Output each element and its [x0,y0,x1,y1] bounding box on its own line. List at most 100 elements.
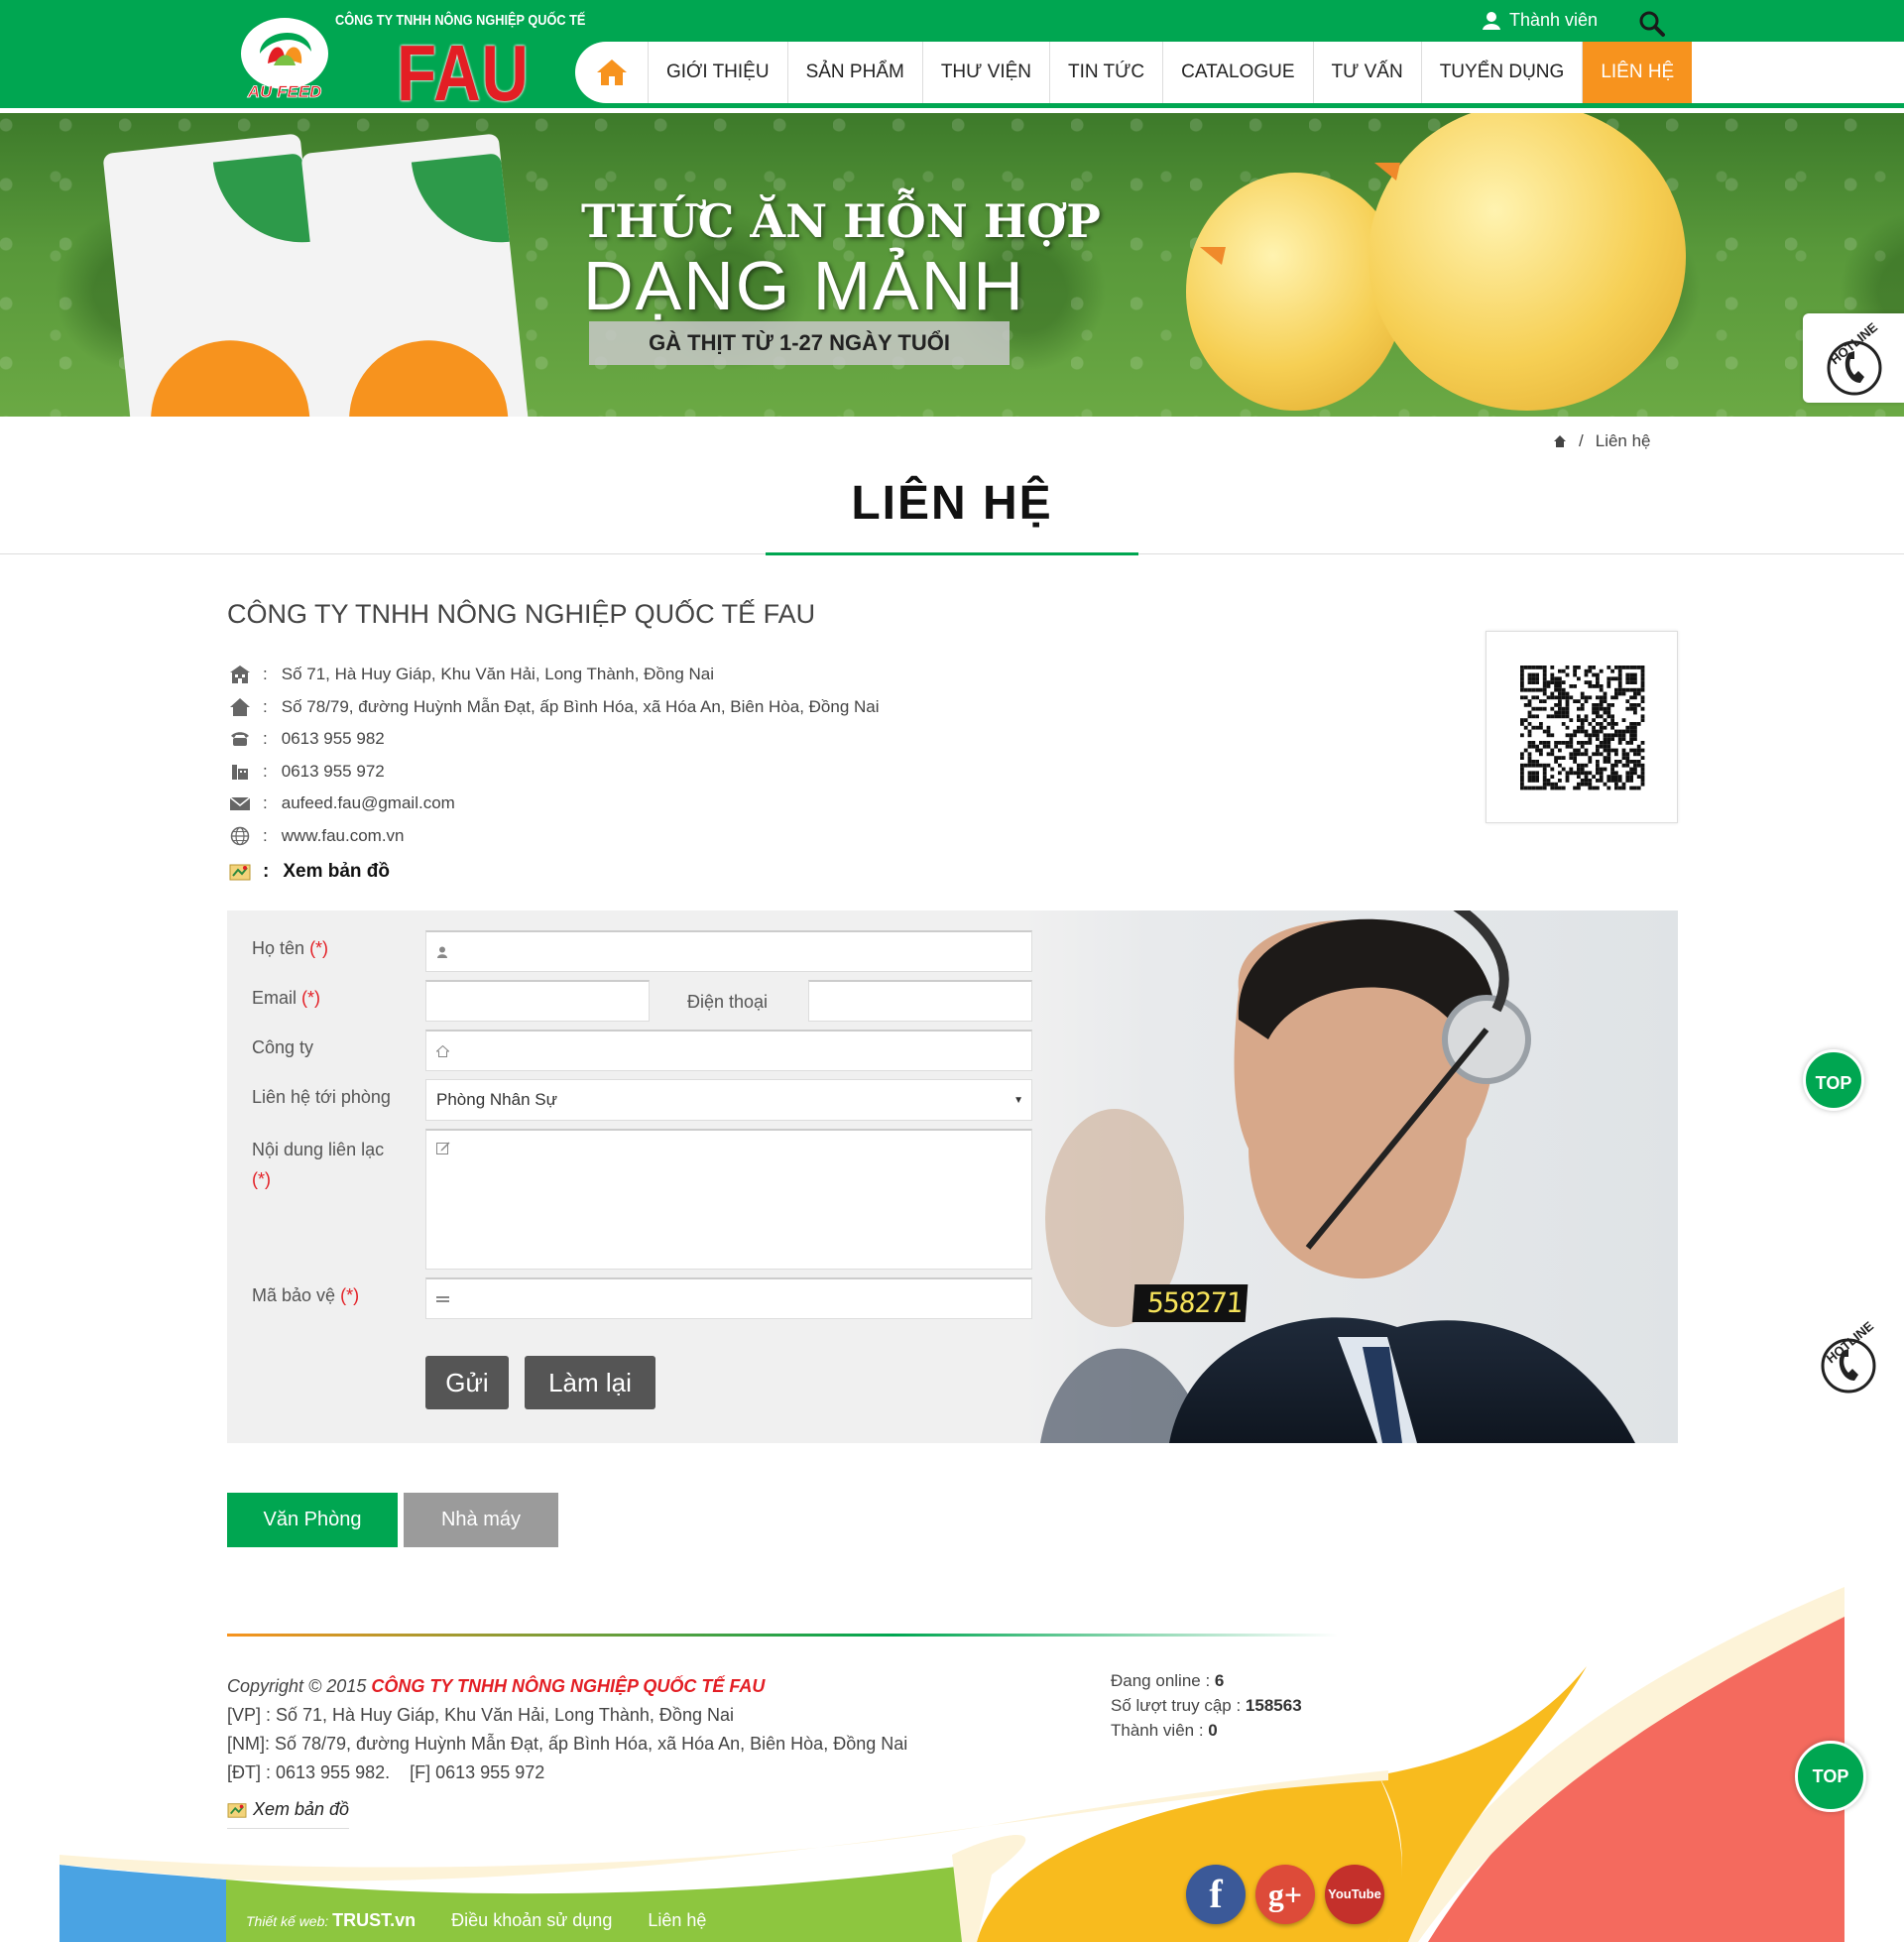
fax-number: 0613 955 972 [281,761,385,781]
info-factory-address: : Số 78/79, đường Huỳnh Mẫn Đạt, ấp Bình… [227,691,880,724]
office-address: Số 71, Hà Huy Giáp, Khu Văn Hải, Long Th… [281,665,715,684]
phone-input[interactable] [819,982,1032,1021]
edit-icon [436,1142,450,1154]
nav-gioi-thieu[interactable]: GIỚI THIỆU [649,42,788,103]
captcha-field[interactable] [425,1277,1032,1319]
nav-tu-van[interactable]: TƯ VẤN [1314,42,1422,103]
member-label: Thành viên [1509,10,1599,30]
captcha-image: 558271 [1131,1284,1249,1322]
search-icon [1639,11,1665,37]
globe-icon [227,825,253,847]
nav-tuyen-dung[interactable]: TUYỂN DỤNG [1422,42,1584,103]
contact-form-panel: Họ tên (*) Email (*) Điện thoại Công ty … [227,910,1678,1443]
message-input[interactable] [450,1141,1031,1269]
factory-address: Số 78/79, đường Huỳnh Mẫn Đạt, ấp Bình H… [281,696,880,716]
nav-thu-vien[interactable]: THƯ VIỆN [923,42,1051,103]
info-fax: : 0613 955 972 [227,756,880,789]
caret-down-icon: ▼ [1013,1094,1023,1106]
department-label: Liên hệ tới phòng [252,1087,391,1107]
company-field[interactable] [425,1030,1032,1071]
info-office-address: : Số 71, Hà Huy Giáp, Khu Văn Hải, Long … [227,659,880,691]
feed-bag-image [102,133,330,417]
hotline-widget[interactable]: HOTLINE [1803,313,1904,403]
home-icon [436,1044,449,1057]
breadcrumb-current: Liên hệ [1595,431,1651,450]
banner-title-line1: THỨC ĂN HỖN HỢP [581,194,1101,248]
email-input[interactable] [436,982,650,1021]
home-icon[interactable] [1553,434,1567,448]
call-center-photo [1020,910,1678,1443]
footer-contact-link[interactable]: Liên hệ [648,1910,706,1931]
youtube-icon[interactable]: YouTube [1325,1865,1384,1924]
home-icon [596,60,627,85]
department-select[interactable]: Phòng Nhân Sự ▼ [425,1079,1032,1121]
logo-text: AU FEED [247,82,322,101]
google-plus-icon[interactable]: g+ [1255,1865,1315,1924]
footer-company: CÔNG TY TNHH NÔNG NGHIỆP QUỐC TẾ FAU [371,1676,766,1696]
hotline-widget-floating[interactable]: HOTLINE [1803,1314,1892,1403]
info-map: : Xem bản đồ [227,856,880,889]
nav-lien-he[interactable]: LIÊN HỆ [1583,42,1693,103]
brand-name[interactable]: FAU [397,28,530,119]
name-input[interactable] [448,932,1031,971]
company-label: Công ty [252,1037,314,1057]
phone-number: 0613 955 982 [281,729,385,749]
fax-icon [227,761,253,783]
header-underline [0,103,1904,111]
qr-code [1486,631,1678,823]
telephone-icon [227,728,253,750]
tab-nha-may[interactable]: Nhà máy [404,1493,558,1547]
map-icon [227,861,253,883]
house-icon [227,696,253,718]
tab-van-phong[interactable]: Văn Phòng [227,1493,398,1547]
nav-tin-tuc[interactable]: TIN TỨC [1050,42,1164,103]
nav-san-pham[interactable]: SẢN PHẨM [788,42,923,103]
map-icon [227,1802,247,1818]
breadcrumb: / Liên hệ [1553,431,1651,451]
main-nav: GIỚI THIỆU SẢN PHẨM THƯ VIỆN TIN TỨC CAT… [575,42,1904,103]
building-icon [227,664,253,685]
footer-map-link[interactable]: Xem bản đồ [227,1799,350,1829]
department-selected: Phòng Nhân Sự [436,1090,557,1109]
design-credit[interactable]: Thiết kế web: TRUST.vn [246,1910,416,1931]
company-name: CÔNG TY TNHH NÔNG NGHIỆP QUỐC TẾ FAU [227,599,816,629]
banner-subtitle: GÀ THỊT TỪ 1-27 NGÀY TUỔI [589,321,1010,365]
phone-icon: HOTLINE [1827,319,1882,396]
phone-label: Điện thoại [687,992,769,1012]
submit-button[interactable]: Gửi [425,1356,509,1409]
name-field[interactable] [425,930,1032,972]
online-count: 6 [1214,1671,1225,1690]
footer-factory-address: [NM]: Số 78/79, đường Huỳnh Mẫn Đạt, ấp … [227,1734,908,1754]
nav-catalogue[interactable]: CATALOGUE [1163,42,1314,103]
message-field[interactable] [425,1129,1032,1270]
footer-copyright: Copyright © 2015 CÔNG TY TNHH NÔNG NGHIỆ… [227,1672,907,1787]
member-link[interactable]: Thành viên [1482,10,1598,31]
hero-banner: THỨC ĂN HỖN HỢP DẠNG MẢNH GÀ THỊT TỪ 1-2… [0,113,1904,417]
phone-field[interactable] [808,980,1032,1022]
search-button[interactable] [1638,10,1666,38]
page-title: LIÊN HỆ [851,477,1053,530]
company-input[interactable] [449,1032,1031,1070]
back-to-top-button-footer[interactable]: TOP [1795,1741,1866,1812]
footer-divider [227,1634,1338,1637]
info-website: : www.fau.com.vn [227,820,880,853]
member-count: 0 [1208,1721,1218,1740]
equals-icon [436,1295,449,1302]
envelope-icon [227,792,253,814]
reset-button[interactable]: Làm lại [525,1356,655,1409]
nav-home[interactable] [575,42,649,103]
terms-link[interactable]: Điều khoản sử dụng [451,1910,612,1931]
email-label: Email (*) [252,988,321,1008]
feed-bag-image [300,133,529,417]
email-field[interactable] [425,980,650,1022]
back-to-top-button[interactable]: TOP [1803,1049,1864,1111]
au-feed-logo[interactable]: AU FEED [230,4,339,103]
contact-info-list: : Số 71, Hà Huy Giáp, Khu Văn Hải, Long … [227,659,880,889]
user-icon [437,946,447,958]
facebook-icon[interactable]: f [1186,1865,1246,1924]
banner-title-line2: DẠNG MẢNH [583,247,1025,324]
view-map-link[interactable]: Xem bản đồ [283,861,390,883]
captcha-input[interactable] [450,1279,1031,1318]
email-address[interactable]: aufeed.fau@gmail.com [282,793,455,813]
website-url[interactable]: www.fau.com.vn [282,826,405,846]
